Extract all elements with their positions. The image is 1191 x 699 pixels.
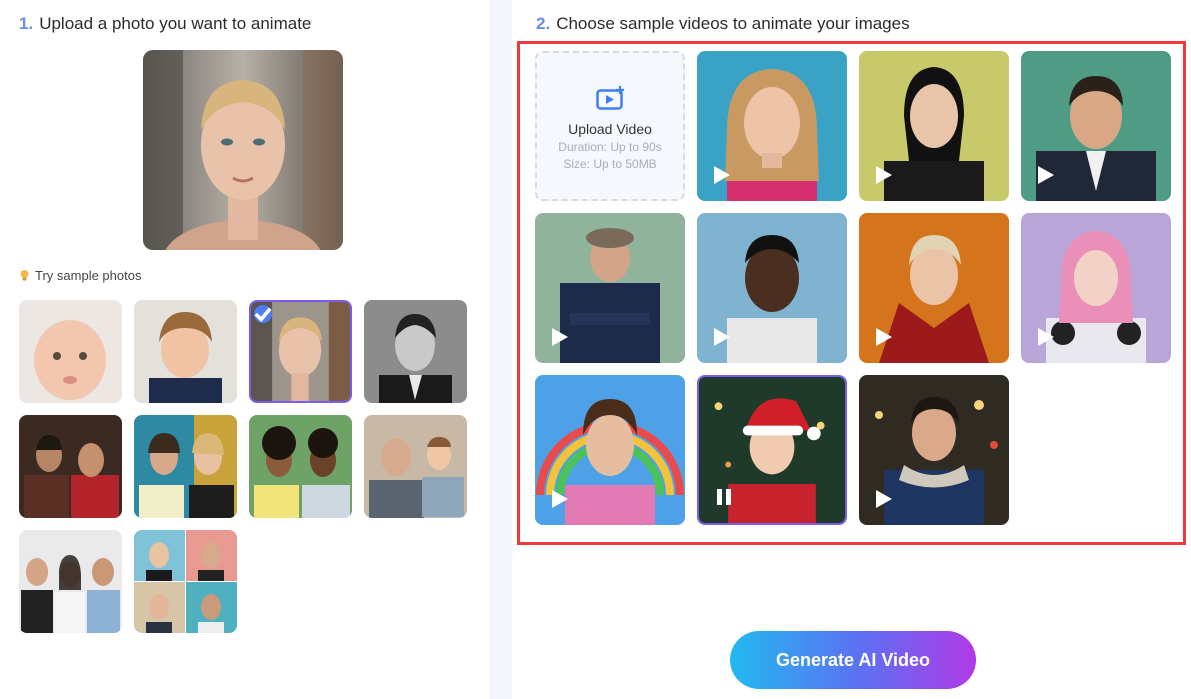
step-1-label: Upload a photo you want to animate — [39, 14, 312, 33]
sample-video-red-collar-woman[interactable] — [859, 213, 1009, 363]
play-icon[interactable] — [876, 166, 892, 184]
sample-photo-couple[interactable] — [19, 415, 122, 518]
upload-video-card[interactable]: Upload Video Duration: Up to 90s Size: U… — [535, 51, 685, 201]
portrait-photo — [143, 50, 343, 250]
sample-video-rainbow-man[interactable] — [535, 375, 685, 525]
baby-photo — [19, 300, 122, 403]
play-icon[interactable] — [552, 490, 568, 508]
upload-video-title: Upload Video — [568, 121, 652, 137]
try-sample-photos-label: Try sample photos — [19, 268, 141, 283]
sample-photo-teens[interactable] — [249, 415, 352, 518]
sample-video-santa-girl-playing[interactable] — [697, 375, 847, 525]
play-icon[interactable] — [1038, 328, 1054, 346]
sample-video-asian-woman[interactable] — [859, 51, 1009, 201]
sample-photo-grandpa-child[interactable] — [364, 415, 467, 518]
try-sample-photos-text: Try sample photos — [35, 268, 142, 283]
two-women-photo — [134, 415, 237, 518]
uploaded-photo-preview[interactable] — [143, 50, 343, 250]
selected-check-icon — [254, 305, 272, 323]
sample-video-older-man[interactable] — [535, 213, 685, 363]
play-icon[interactable] — [552, 328, 568, 346]
grandpa-child-photo — [364, 415, 467, 518]
couple-photo — [19, 415, 122, 518]
play-icon[interactable] — [876, 328, 892, 346]
step-2-label: Choose sample videos to animate your ima… — [556, 14, 910, 33]
step-2-number: 2. — [536, 14, 551, 33]
sample-photo-boy[interactable] — [134, 300, 237, 403]
play-icon[interactable] — [714, 328, 730, 346]
sample-photo-two-women[interactable] — [134, 415, 237, 518]
sample-video-winter-coat-man[interactable] — [859, 375, 1009, 525]
upload-video-size: Size: Up to 50MB — [563, 157, 657, 171]
generate-ai-video-button[interactable]: Generate AI Video — [730, 631, 976, 689]
sample-video-young-man[interactable] — [697, 213, 847, 363]
play-icon[interactable] — [876, 490, 892, 508]
sample-photo-man-bw[interactable] — [364, 300, 467, 403]
man-bw-photo — [364, 300, 467, 403]
pause-icon[interactable] — [716, 488, 732, 506]
sample-photo-baby[interactable] — [19, 300, 122, 403]
lightbulb-icon — [20, 270, 29, 281]
boy-photo — [134, 300, 237, 403]
play-icon[interactable] — [1038, 166, 1054, 184]
step-1-number: 1. — [19, 14, 34, 33]
sample-photo-family[interactable] — [19, 530, 122, 633]
play-icon[interactable] — [714, 166, 730, 184]
sample-photo-woman-selected[interactable] — [249, 300, 352, 403]
sample-photo-four-grid[interactable] — [134, 530, 237, 633]
family-photo — [19, 530, 122, 633]
video-upload-icon — [596, 86, 624, 110]
teens-photo — [249, 415, 352, 518]
four-grid-photo — [134, 530, 237, 633]
upload-video-duration: Duration: Up to 90s — [558, 140, 662, 154]
sample-video-businessman[interactable] — [1021, 51, 1171, 201]
step-2-title: 2. Choose sample videos to animate your i… — [536, 14, 910, 34]
sample-video-blonde-woman[interactable] — [697, 51, 847, 201]
sample-video-pink-hair-girl[interactable] — [1021, 213, 1171, 363]
step-1-title: 1. Upload a photo you want to animate — [19, 14, 311, 34]
